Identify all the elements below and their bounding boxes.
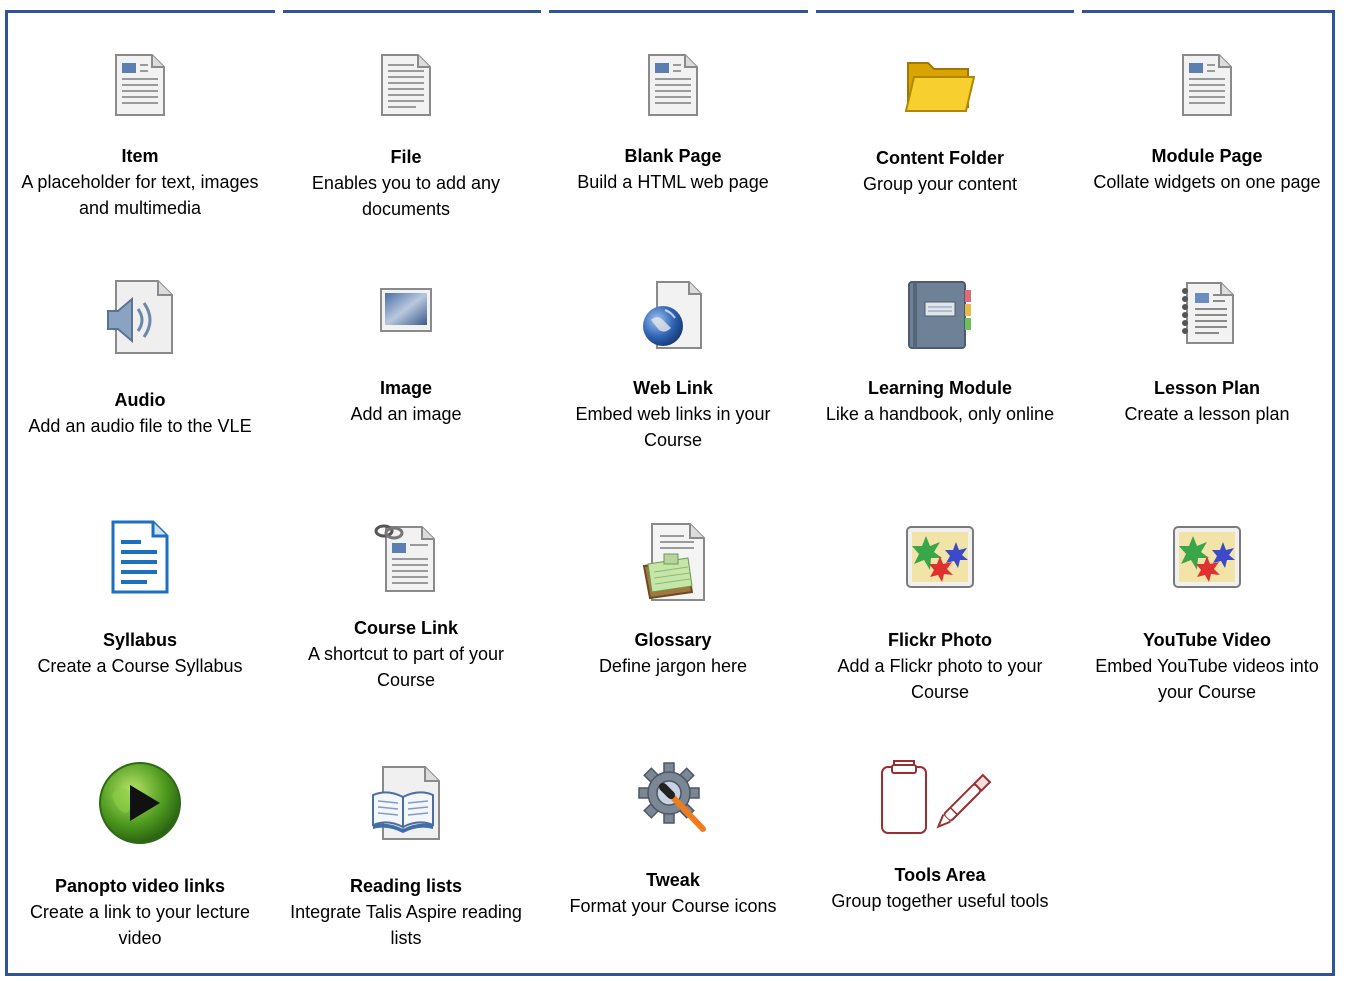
panopto-play-icon: [7, 758, 273, 848]
glossary-icon: [540, 517, 806, 607]
clipboard-pen-icon: [807, 752, 1073, 842]
tool-description: Collate widgets on one page: [1093, 172, 1321, 192]
tool-description: Define jargon here: [598, 656, 748, 676]
folder-icon: [807, 40, 1073, 130]
tool-title: Learning Module: [868, 378, 1012, 398]
tool-title: File: [390, 147, 422, 167]
notebook-icon: [807, 270, 1073, 360]
tool-description: Create a link to your lecture video: [29, 902, 251, 948]
divider-tick: [541, 10, 549, 13]
tool-title: Web Link: [633, 378, 713, 398]
tool-description: Embed web links in your Course: [575, 404, 771, 450]
tool-title: Flickr Photo: [887, 630, 992, 650]
audio-icon: [7, 275, 273, 359]
tool-title: Tweak: [646, 870, 700, 890]
image-icon: [273, 265, 539, 355]
tool-description: Integrate Talis Aspire reading lists: [290, 902, 522, 948]
file-icon: [273, 40, 539, 130]
tool-title: Item: [121, 146, 159, 166]
tool-title: Tools Area: [894, 865, 986, 885]
flickr-icon: [807, 512, 1073, 602]
tool-title: Glossary: [634, 630, 712, 650]
tool-description: A placeholder for text, images and multi…: [21, 172, 259, 218]
tool-description: Add a Flickr photo to your Course: [837, 656, 1043, 702]
tool-title: Reading lists: [349, 876, 463, 896]
tool-title: Syllabus: [102, 630, 178, 650]
document-icon: [1074, 40, 1340, 130]
tool-description: Format your Course icons: [569, 896, 777, 916]
tool-title: Module Page: [1151, 146, 1263, 166]
tool-description: Embed YouTube videos into your Course: [1095, 656, 1319, 702]
tool-description: Like a handbook, only online: [825, 404, 1055, 424]
document-icon: [7, 40, 273, 130]
tool-description: Create a Course Syllabus: [37, 656, 243, 676]
lesson-plan-icon: [1074, 268, 1340, 358]
tool-title: Course Link: [353, 618, 459, 638]
tool-description: Build a HTML web page: [577, 172, 769, 192]
syllabus-icon: [7, 512, 273, 602]
tool-description: Add an audio file to the VLE: [28, 416, 252, 436]
gear-icon: [540, 752, 806, 842]
tool-description: Enables you to add any documents: [311, 173, 501, 219]
tool-title: Image: [379, 378, 433, 398]
divider-tick: [808, 10, 816, 13]
tool-title: Blank Page: [624, 146, 722, 166]
tool-description: Add an image: [350, 404, 462, 424]
tool-title: YouTube Video: [1142, 630, 1271, 650]
tool-description: Group together useful tools: [831, 891, 1049, 911]
globe-icon: [540, 270, 806, 360]
course-link-icon: [273, 512, 539, 602]
tool-description: Create a lesson plan: [1124, 404, 1290, 424]
tool-title: Audio: [114, 390, 166, 410]
tool-title: Content Folder: [876, 148, 1004, 168]
tool-description: Group your content: [862, 174, 1018, 194]
document-icon: [540, 40, 806, 130]
tool-title: Lesson Plan: [1153, 378, 1261, 398]
divider-tick: [1074, 10, 1082, 13]
book-icon: [273, 758, 539, 848]
divider-tick: [275, 10, 283, 13]
youtube-icon: [1074, 512, 1340, 602]
tool-title: Panopto video links: [54, 876, 226, 896]
tool-description: A shortcut to part of your Course: [307, 644, 505, 690]
